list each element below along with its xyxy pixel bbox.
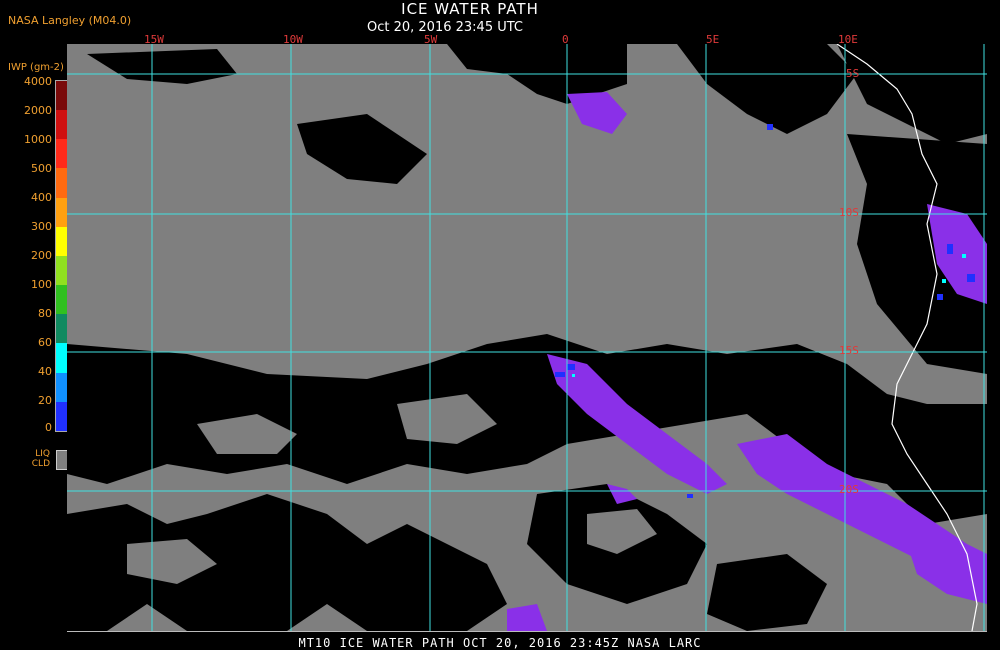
lon-label: 15W [144,33,164,46]
footer-caption: MT10 ICE WATER PATH OCT 20, 2016 23:45Z … [298,636,702,650]
lat-label: 10S [839,206,859,219]
colorbar-label: 2000 [24,104,52,117]
lon-label: 10W [283,33,303,46]
colorbar-label: 80 [38,307,52,320]
map-bottom-border [67,631,987,632]
colorbar-label: 60 [38,336,52,349]
colorbar-label: 1000 [24,133,52,146]
lat-label: 15S [839,344,859,357]
colorbar-label: 200 [31,249,52,262]
colorbar-label: 40 [38,365,52,378]
colorbar-label: 300 [31,220,52,233]
lon-label: 0 [562,33,569,46]
lon-label: 5W [424,33,438,46]
colorbar-label: 0 [45,421,52,434]
map-title: ICE WATER PATH [401,0,539,18]
colorbar-label: 500 [31,162,52,175]
colorbar-label: 20 [38,394,52,407]
cloud-field [67,44,987,631]
colorbar-label: 100 [31,278,52,291]
map-timestamp: Oct 20, 2016 23:45 UTC [367,20,523,35]
lon-label: 5E [706,33,720,46]
colorbar-label: 400 [31,191,52,204]
liquid-cloud-label: LIQ CLD [31,449,50,469]
satellite-map[interactable] [67,44,987,631]
lat-label: 5S [846,67,860,80]
legend-title: IWP (gm-2) [8,62,64,73]
lat-label: 20S [839,483,859,496]
lon-label: 10E [838,33,858,46]
clear-sky-regions [67,44,987,631]
colorbar-label: 4000 [24,75,52,88]
